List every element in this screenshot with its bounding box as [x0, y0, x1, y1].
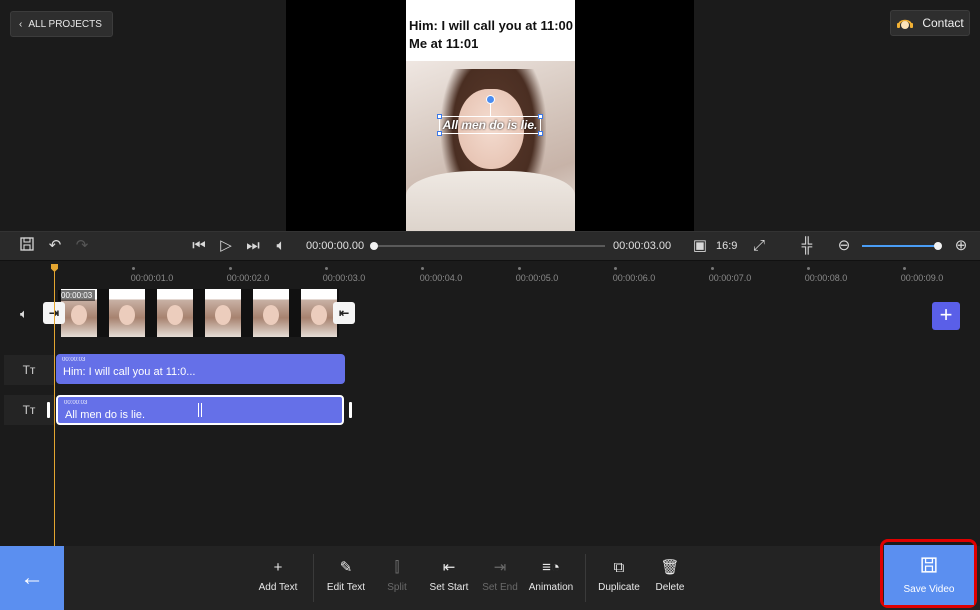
- skip-back-icon[interactable]: ⏮: [190, 237, 208, 255]
- resize-handle-tl[interactable]: [437, 114, 442, 119]
- timeline-ruler[interactable]: 00:00:01.0 00:00:02.0 00:00:03.0 00:00:0…: [0, 262, 980, 286]
- save-icon[interactable]: [18, 237, 36, 255]
- resize-handle-br[interactable]: [538, 131, 543, 136]
- zoom-out-icon[interactable]: ⊖: [835, 237, 853, 255]
- overlay-text-line1: Him: I will call you at 11:00: [409, 18, 574, 33]
- zoom-in-icon[interactable]: ⊕: [952, 237, 970, 255]
- overlay-text-line2: Me at 11:01: [409, 36, 479, 51]
- caption-text-box[interactable]: All men do is lie.: [439, 116, 541, 134]
- track-volume-icon[interactable]: 🔈︎: [20, 306, 28, 322]
- trash-icon: 🗑︎: [660, 559, 680, 576]
- save-icon: [884, 557, 974, 578]
- text-clip-label: Him: I will call you at 11:0...: [63, 366, 196, 378]
- volume-icon[interactable]: 🔈︎: [272, 237, 290, 255]
- ruler-label: 00:00:03.0: [322, 273, 366, 283]
- resize-handle-tr[interactable]: [538, 114, 543, 119]
- text-clip-duration: 00:00:03: [64, 400, 88, 406]
- aspect-ratio-value[interactable]: 16:9: [716, 240, 737, 252]
- text-track-icon: Tт: [4, 355, 54, 385]
- scrub-bar[interactable]: [373, 245, 605, 247]
- ruler-label: 00:00:04.0: [419, 273, 463, 283]
- ruler-label: 00:00:08.0: [804, 273, 848, 283]
- video-frame[interactable]: Him: I will call you at 11:00 Me at 11:0…: [406, 0, 575, 231]
- current-time: 00:00:00.00: [306, 240, 365, 252]
- text-clip-resize-left[interactable]: [47, 402, 50, 418]
- split-icon: ⫿: [394, 559, 400, 576]
- text-clip-1[interactable]: 00:00:03 Him: I will call you at 11:0...: [56, 354, 345, 384]
- video-clip-duration: 00:00:03: [58, 290, 96, 301]
- snap-icon[interactable]: ╬: [798, 237, 816, 255]
- video-preview: Him: I will call you at 11:00 Me at 11:0…: [286, 0, 694, 231]
- resize-handle-bl[interactable]: [437, 131, 442, 136]
- divider: [585, 554, 586, 602]
- plus-icon: +: [273, 559, 283, 576]
- video-image: [406, 61, 575, 231]
- arrow-left-icon: ←: [20, 564, 44, 591]
- zoom-slider[interactable]: [862, 245, 938, 247]
- redo-icon[interactable]: ↷: [73, 237, 91, 255]
- video-clip[interactable]: [61, 289, 339, 337]
- text-clip-duration: 00:00:03: [62, 357, 86, 363]
- trim-end-handle[interactable]: ⇤: [333, 302, 355, 324]
- ruler-label: 00:00:07.0: [708, 273, 752, 283]
- text-clip-label: All men do is lie.: [65, 409, 146, 421]
- ruler-label: 00:00:09.0: [900, 273, 944, 283]
- ruler-label: 00:00:05.0: [515, 273, 559, 283]
- playhead[interactable]: [54, 266, 55, 548]
- overlay-text: Him: I will call you at 11:00 Me at 11:0…: [406, 0, 575, 61]
- save-video-button[interactable]: Save Video: [884, 545, 974, 605]
- text-clip-resize-right[interactable]: [349, 402, 352, 418]
- clip-thumbnail: [157, 289, 193, 337]
- rotate-handle[interactable]: [486, 95, 495, 104]
- add-media-button[interactable]: +: [932, 302, 960, 330]
- total-time: 00:00:03.00: [613, 240, 672, 252]
- back-button[interactable]: ←: [0, 546, 64, 610]
- fullscreen-icon[interactable]: ⤢: [750, 237, 768, 255]
- animation-button[interactable]: ≡◔ Animation: [521, 558, 581, 593]
- video-editor: { "top": { "all_projects_label": "ALL PR…: [0, 0, 980, 610]
- ruler-label: 00:00:06.0: [612, 273, 656, 283]
- play-icon[interactable]: ▷: [217, 237, 235, 255]
- animation-icon: ≡◔: [542, 559, 560, 576]
- clip-thumbnail: [253, 289, 289, 337]
- chevron-left-icon: ‹: [19, 18, 23, 30]
- split-button[interactable]: ⫿ Split: [367, 558, 427, 593]
- all-projects-button[interactable]: ‹ ALL PROJECTS: [10, 11, 113, 37]
- clip-thumbnail: [301, 289, 337, 337]
- all-projects-label: ALL PROJECTS: [28, 18, 102, 30]
- clip-thumbnail: [109, 289, 145, 337]
- aspect-ratio-icon[interactable]: ▣: [691, 237, 709, 255]
- divider: [313, 554, 314, 602]
- undo-icon[interactable]: ↶: [46, 237, 64, 255]
- support-avatar-icon: [897, 19, 914, 29]
- scrub-handle[interactable]: [370, 242, 378, 250]
- text-clip-2-selected[interactable]: 00:00:03 All men do is lie.: [56, 395, 344, 425]
- clip-thumbnail: [205, 289, 241, 337]
- contact-label: Contact: [922, 16, 964, 30]
- delete-button[interactable]: 🗑︎ Delete: [640, 558, 700, 593]
- ruler-label: 00:00:01.0: [130, 273, 174, 283]
- ruler-label: 00:00:02.0: [226, 273, 270, 283]
- add-text-button[interactable]: + Add Text: [248, 558, 308, 593]
- contact-button[interactable]: Contact: [890, 10, 970, 36]
- skip-forward-icon[interactable]: ⏭: [244, 237, 262, 255]
- zoom-slider-handle[interactable]: [934, 242, 942, 250]
- drag-grip-icon[interactable]: [198, 403, 202, 417]
